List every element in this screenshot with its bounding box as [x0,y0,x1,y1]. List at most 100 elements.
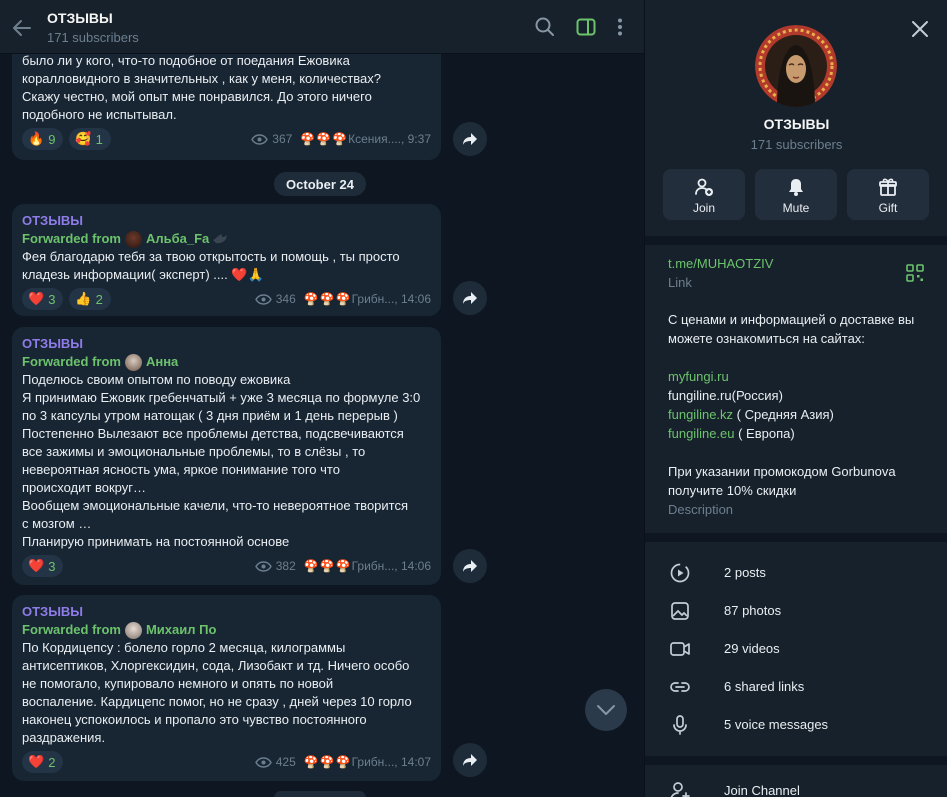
media-row-photos[interactable]: 87 photos [645,592,947,630]
reaction-chip[interactable]: ❤️ 2 [22,751,64,773]
message-channel-name[interactable]: ОТЗЫВЫ [22,603,431,621]
gift-button[interactable]: Gift [847,169,929,220]
fire-emoji-icon: 🔥 [28,131,45,146]
forwarded-label: Forwarded from [22,622,121,637]
channel-avatar[interactable] [755,25,837,107]
site-link-kz[interactable]: fungiline.kz [668,407,733,422]
love-face-emoji-icon: 🥰 [75,131,92,146]
views-count: 367 [272,132,293,146]
views-eye-icon [254,293,272,305]
reaction-chip[interactable]: 🔥 9 [22,128,64,150]
heart-emoji-icon: ❤️ [28,291,45,306]
media-videos-label: 29 videos [724,641,780,656]
message-bubble: ОТЗЫВЫ Forwarded from Михаил По По Корди… [12,595,441,781]
media-row-links[interactable]: 6 shared links [645,668,947,706]
share-arrow-icon [463,754,477,766]
views-count: 382 [275,559,296,573]
views-eye-icon [254,560,272,572]
channel-info-panel: ОТЗЫВЫ 171 subscribers Join Mute Gift t.… [644,0,947,797]
share-arrow-icon [463,292,477,304]
views-eye-icon [251,133,269,145]
share-arrow-icon [463,560,477,572]
site-line-ru: fungiline.ru(Россия) [668,386,928,405]
join-channel-row[interactable]: Join Channel [645,772,947,797]
forwarded-from[interactable]: Forwarded from Михаил По [22,621,431,639]
join-button[interactable]: Join [663,169,745,220]
search-icon[interactable] [534,16,556,38]
message-signature-time: Грибн..., 14:07 [351,755,431,769]
media-photos-label: 87 photos [724,603,782,618]
chevron-down-icon [597,705,615,715]
scroll-to-bottom-button[interactable] [585,689,627,731]
forwarded-name: Михаил По [145,622,217,637]
media-row-posts[interactable]: 2 posts [645,554,947,592]
add-user-icon [695,178,713,196]
message-channel-name[interactable]: ОТЗЫВЫ [22,335,431,353]
views-count: 425 [275,755,296,769]
forwarded-avatar [124,230,142,248]
reaction-count: 9 [48,131,56,147]
share-button[interactable] [453,281,487,315]
message-meta: 346 🍄🍄🍄 Грибн..., 14:06 [254,292,431,306]
share-button[interactable] [453,743,487,777]
media-row-voice[interactable]: 5 voice messages [645,706,947,744]
reaction-count: 1 [95,131,103,147]
message-bubble: ОТЗЫВЫ Forwarded from Анна Поделюсь свои… [12,327,441,585]
gift-label: Gift [878,201,898,215]
share-arrow-icon [463,133,477,145]
forwarded-name: Анна [145,354,179,369]
views-count: 346 [275,292,296,306]
description-promo: При указании промокодом Gorbunova получи… [668,464,896,498]
mute-button[interactable]: Mute [755,169,837,220]
back-arrow-icon[interactable] [10,16,34,40]
share-button[interactable] [453,549,487,583]
posts-icon [670,563,690,583]
media-voice-label: 5 voice messages [724,717,829,732]
message-channel-name[interactable]: ОТЗЫВЫ [22,212,431,230]
reaction-chip[interactable]: 👍 2 [69,288,111,310]
media-row-videos[interactable]: 29 videos [645,630,947,668]
site-link-myfungi[interactable]: myfungi.ru [668,367,928,386]
reaction-chip[interactable]: 🥰 1 [69,128,111,150]
views-eye-icon [254,756,272,768]
message-meta: 367 🍄🍄🍄 Ксения...., 9:37 [251,132,431,146]
channel-link[interactable]: t.me/MUHAOTZIV [668,254,928,273]
close-icon[interactable] [910,19,930,39]
join-label: Join [692,201,715,215]
reaction-count: 2 [95,291,103,307]
mic-icon [673,715,687,735]
message-text: Фея благодарю тебя за твою открытость и … [22,249,400,282]
message-bubble: ОТЗЫВЫ Forwarded from Альба_Fa Фея благо… [12,204,441,316]
message-footer: ❤️ 3 👍 2 346 🍄🍄🍄 Грибн..., 14:06 [22,288,431,310]
site-link-eu[interactable]: fungiline.eu [668,426,735,441]
site-region-kz: ( Средняя Азия) [733,407,834,422]
chat-header: ОТЗЫВЫ 171 subscribers [0,0,644,54]
qr-code-icon[interactable] [906,264,924,282]
date-separator: October 24 [274,172,366,196]
forwarded-from[interactable]: Forwarded from Альба_Fa [22,230,431,248]
forwarded-avatar [124,353,142,371]
more-options-icon[interactable] [609,16,631,38]
forwarded-from[interactable]: Forwarded from Анна [22,353,431,371]
photo-icon [671,602,689,620]
mushroom-emoji-icon: 🍄🍄🍄 [303,559,352,573]
reaction-chip[interactable]: ❤️ 3 [22,555,64,577]
media-links-label: 6 shared links [724,679,805,694]
mushroom-emoji-icon: 🍄🍄🍄 [300,132,349,146]
channel-description: С ценами и информацией о доставке вы мож… [668,310,928,519]
reaction-chip[interactable]: ❤️ 3 [22,288,64,310]
gift-icon [879,178,897,196]
chat-title[interactable]: ОТЗЫВЫ [47,10,113,26]
share-button[interactable] [453,122,487,156]
sidebar-toggle-icon[interactable] [575,16,597,38]
message-list[interactable]: было ли у кого, что-то подобное от поеда… [0,54,644,797]
chat-subscribers: 171 subscribers [47,30,139,45]
channel-link-block: t.me/MUHAOTZIV Link [668,254,928,292]
site-region-ru: (Россия) [731,388,783,403]
section-divider [645,756,947,765]
video-icon [670,642,690,656]
section-divider [645,533,947,542]
reaction-count: 3 [48,558,56,574]
profile-subscribers: 171 subscribers [750,137,843,152]
reaction-count: 3 [48,291,56,307]
